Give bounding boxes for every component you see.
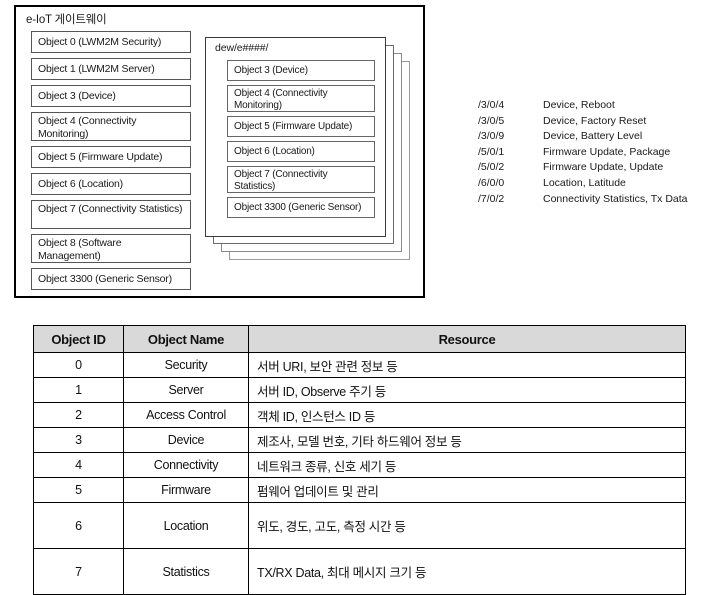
column-header-object-name: Object Name	[123, 325, 249, 353]
table-row: 2 Access Control 객체 ID, 인스턴스 ID 등	[33, 402, 686, 428]
object-definition-table: Object ID Object Name Resource 0 Security…	[33, 325, 686, 595]
device-object-box: Object 3300 (Generic Sensor)	[227, 197, 375, 218]
gateway-object-box: Object 6 (Location)	[31, 173, 191, 195]
table-row: 6 Location 위도, 경도, 고도, 측정 시간 등	[33, 502, 686, 549]
device-object-box: Object 5 (Firmware Update)	[227, 116, 375, 137]
cell-object-id: 7	[33, 548, 124, 595]
resource-path-code: /3/0/4	[478, 99, 505, 111]
resource-path-description: Firmware Update, Package	[543, 145, 671, 158]
resource-path-code: /5/0/2	[478, 161, 505, 174]
device-object-box: Object 7 (Connectivity Statistics)	[227, 166, 375, 193]
table-row: 7 Statistics TX/RX Data, 최대 메시지 크기 등	[33, 548, 686, 595]
cell-resource: 제조사, 모델 번호, 기타 하드웨어 정보 등	[248, 427, 686, 453]
cell-object-id: 3	[33, 427, 124, 453]
gateway-object-list: Object 0 (LWM2M Security) Object 1 (LWM2M…	[31, 31, 191, 295]
device-object-box: Object 3 (Device)	[227, 60, 375, 81]
cell-resource: 서버 ID, Observe 주기 등	[248, 377, 686, 403]
resource-path-row: /3/0/9 Device, Battery Level	[478, 129, 718, 145]
gateway-object-box: Object 7 (Connectivity Statistics)	[31, 200, 191, 229]
resource-path-row: /6/0/0 Location, Latitude	[478, 176, 718, 192]
cell-resource: TX/RX Data, 최대 메시지 크기 등	[248, 548, 686, 595]
device-instance-stack: dew/e####/ Object 3 (Device) Object 4 (Co…	[205, 23, 420, 283]
cell-object-id: 6	[33, 502, 124, 549]
cell-resource: 네트워크 종류, 신호 세기 등	[248, 452, 686, 478]
resource-path-description: Device, Factory Reset	[543, 114, 647, 127]
cell-object-name: Connectivity	[123, 452, 249, 478]
cell-resource: 펌웨어 업데이트 및 관리	[248, 477, 686, 503]
cell-object-name: Security	[123, 352, 249, 378]
gateway-object-box: Object 4 (Connectivity Monitoring)	[31, 112, 191, 141]
table-row: 0 Security 서버 URI, 보안 관련 정보 등	[33, 352, 686, 378]
resource-path-description: Connectivity Statistics, Tx Data	[543, 192, 688, 205]
stack-layer-front: dew/e####/ Object 3 (Device) Object 4 (Co…	[205, 37, 386, 237]
gateway-object-box: Object 1 (LWM2M Server)	[31, 58, 191, 80]
cell-resource: 위도, 경도, 고도, 측정 시간 등	[248, 502, 686, 549]
cell-object-id: 2	[33, 402, 124, 428]
gateway-diagram-container: e-IoT 게이트웨이 Object 0 (LWM2M Security) Obj…	[14, 5, 425, 298]
table-row: 3 Device 제조사, 모델 번호, 기타 하드웨어 정보 등	[33, 427, 686, 453]
gateway-object-box: Object 8 (Software Management)	[31, 234, 191, 263]
resource-path-row: /3/0/5 Device, Factory Reset	[478, 114, 718, 130]
table-row: 4 Connectivity 네트워크 종류, 신호 세기 등	[33, 452, 686, 478]
cell-object-name: Location	[123, 502, 249, 549]
gateway-object-box: Object 0 (LWM2M Security)	[31, 31, 191, 53]
resource-path-code: /5/0/1	[478, 145, 505, 158]
resource-path-description: Device, Battery Level	[543, 130, 643, 143]
gateway-object-box: Object 3300 (Generic Sensor)	[31, 268, 191, 290]
resource-path-row: /5/0/2 Firmware Update, Update	[478, 160, 718, 176]
resource-path-code: /7/0/2	[478, 192, 505, 205]
cell-object-name: Device	[123, 427, 249, 453]
resource-path-row: /3/0/4 Device, Reboot	[478, 98, 718, 114]
device-object-box: Object 6 (Location)	[227, 141, 375, 162]
resource-path-description: Firmware Update, Update	[543, 161, 664, 174]
cell-object-name: Statistics	[123, 548, 249, 595]
device-object-box: Object 4 (Connectivity Monitoring)	[227, 85, 375, 112]
cell-object-id: 1	[33, 377, 124, 403]
table-header-row: Object ID Object Name Resource	[33, 325, 686, 353]
column-header-object-id: Object ID	[33, 325, 124, 353]
cell-object-name: Server	[123, 377, 249, 403]
resource-path-row: /7/0/2 Connectivity Statistics, Tx Data	[478, 192, 718, 208]
gateway-diagram-title: e-IoT 게이트웨이	[26, 14, 107, 26]
gateway-object-box: Object 5 (Firmware Update)	[31, 146, 191, 168]
resource-path-list: /3/0/4 Device, Reboot/3/0/5 Device, Factor…	[478, 98, 718, 207]
resource-path-code: /6/0/0	[478, 176, 505, 189]
cell-object-id: 5	[33, 477, 124, 503]
resource-path-row: /5/0/1 Firmware Update, Package	[478, 145, 718, 161]
resource-path-description: Location, Latitude	[543, 176, 626, 189]
cell-resource: 객체 ID, 인스턴스 ID 등	[248, 402, 686, 428]
cell-object-name: Firmware	[123, 477, 249, 503]
resource-path-description: Device, Reboot	[543, 99, 615, 111]
device-path-label: dew/e####/	[215, 42, 269, 54]
cell-resource: 서버 URI, 보안 관련 정보 등	[248, 352, 686, 378]
column-header-resource: Resource	[248, 325, 686, 353]
resource-path-code: /3/0/9	[478, 130, 505, 143]
cell-object-id: 4	[33, 452, 124, 478]
cell-object-id: 0	[33, 352, 124, 378]
cell-object-name: Access Control	[123, 402, 249, 428]
resource-path-code: /3/0/5	[478, 114, 505, 127]
gateway-object-box: Object 3 (Device)	[31, 85, 191, 107]
table-header: Object ID Object Name Resource	[33, 325, 686, 353]
table-body: 0 Security 서버 URI, 보안 관련 정보 등 1 Server 서버 ID,…	[33, 352, 686, 595]
device-object-list: Object 3 (Device) Object 4 (Connectivity …	[227, 60, 375, 222]
table-row: 1 Server 서버 ID, Observe 주기 등	[33, 377, 686, 403]
table-row: 5 Firmware 펌웨어 업데이트 및 관리	[33, 477, 686, 503]
